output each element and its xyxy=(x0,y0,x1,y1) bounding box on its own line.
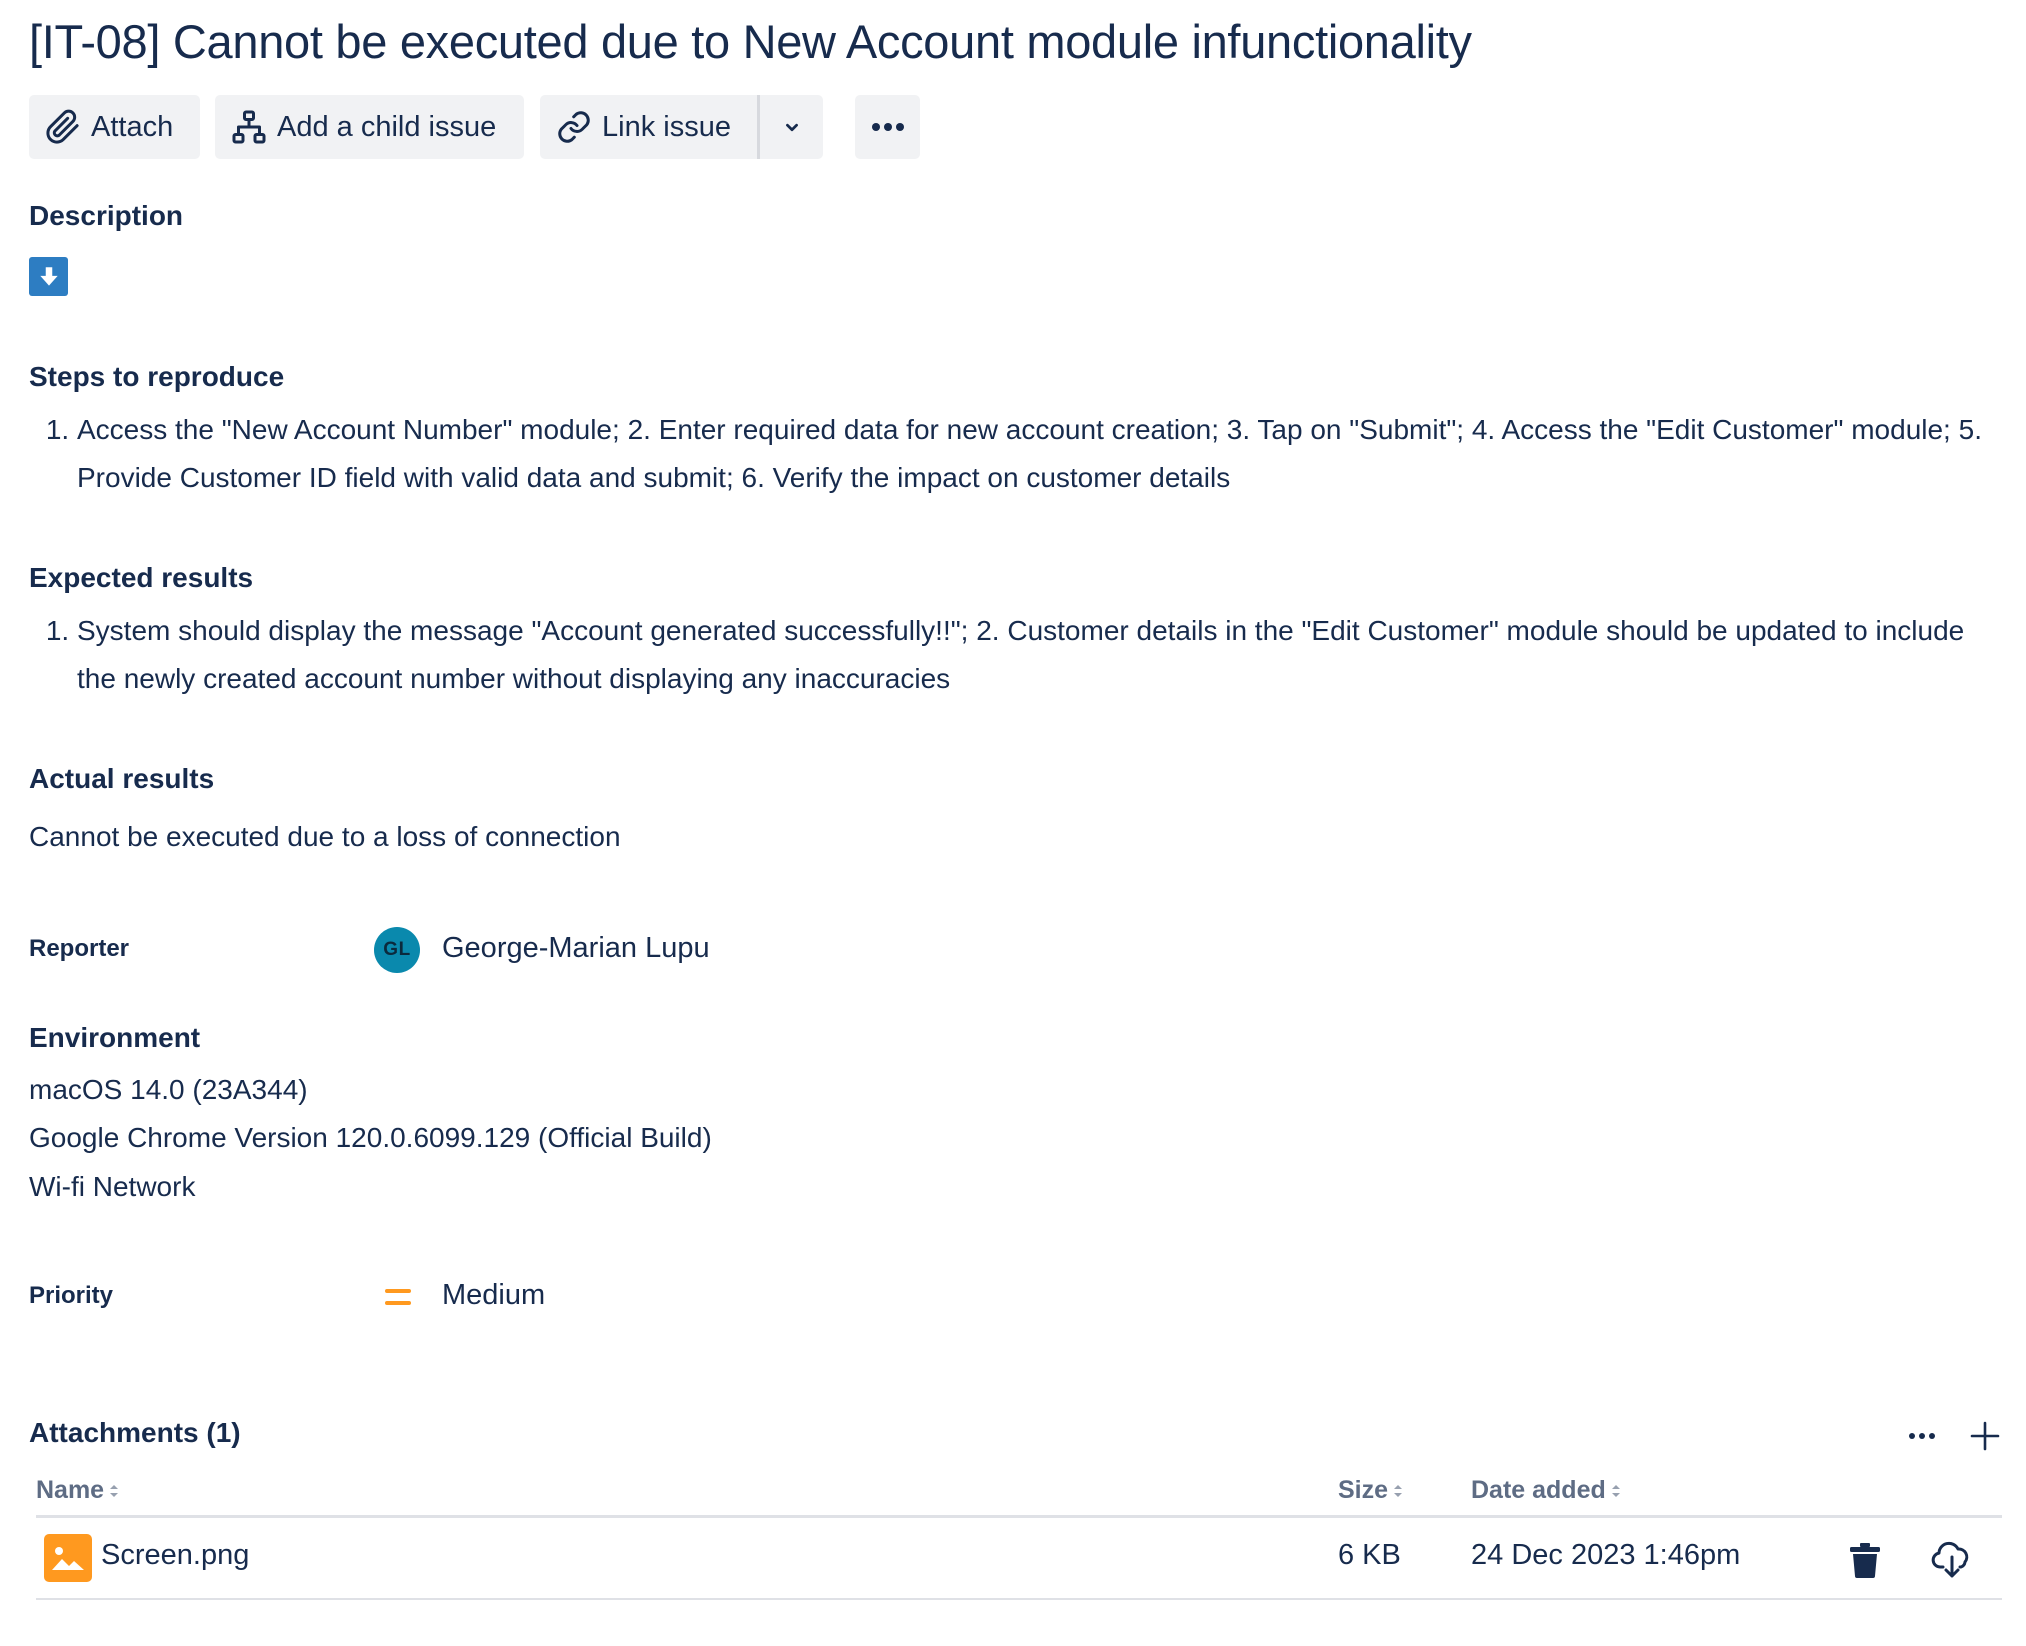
image-file-icon xyxy=(44,1534,92,1582)
chevron-down-icon xyxy=(785,123,798,132)
child-issue-icon xyxy=(229,107,269,147)
attachment-size: 6 KB xyxy=(1338,1539,1401,1571)
column-header-name[interactable]: Name xyxy=(36,1476,120,1505)
table-header-divider xyxy=(36,1515,2002,1518)
issue-title[interactable]: [IT-08] Cannot be executed due to New Ac… xyxy=(29,14,1472,69)
add-child-issue-button[interactable]: Add a child issue xyxy=(215,95,524,159)
issue-toolbar: Attach Add a child issue Link issue xyxy=(29,95,920,159)
attachment-date: 24 Dec 2023 1:46pm xyxy=(1471,1539,1741,1571)
environment-line: macOS 14.0 (23A344) xyxy=(29,1074,308,1105)
attach-button[interactable]: Attach xyxy=(29,95,200,159)
column-header-label: Date added xyxy=(1471,1476,1606,1504)
reporter-name[interactable]: George-Marian Lupu xyxy=(442,932,710,965)
reporter-label: Reporter xyxy=(29,935,130,962)
cloud-download-icon xyxy=(1931,1541,1969,1578)
environment-line: Wi-fi Network xyxy=(29,1171,196,1202)
steps-list: Access the "New Account Number" module; … xyxy=(29,406,1989,502)
add-child-issue-label: Add a child issue xyxy=(277,110,497,143)
column-header-date-added[interactable]: Date added xyxy=(1471,1476,1622,1505)
issue-view: [IT-08] Cannot be executed due to New Ac… xyxy=(0,0,2026,1646)
actual-text: Cannot be executed due to a loss of conn… xyxy=(29,821,621,852)
actual-heading: Actual results xyxy=(29,763,215,794)
sort-icon xyxy=(110,1484,119,1497)
table-row-divider xyxy=(36,1598,2002,1600)
list-item: Access the "New Account Number" module; … xyxy=(77,406,1989,502)
sort-icon xyxy=(1611,1484,1620,1497)
attachment-filename[interactable]: Screen.png xyxy=(101,1539,249,1572)
priority-label: Priority xyxy=(29,1282,114,1309)
link-issue-split-button: Link issue xyxy=(540,95,823,159)
sort-icon xyxy=(1394,1484,1403,1497)
link-issue-label: Link issue xyxy=(602,110,731,143)
link-icon xyxy=(554,107,594,147)
attachments-more-button[interactable] xyxy=(1907,1414,1937,1459)
expected-list: System should display the message "Accou… xyxy=(29,607,1989,703)
description-heading: Description xyxy=(29,200,184,231)
download-attachment-button[interactable] xyxy=(1928,1536,1976,1584)
attach-label: Attach xyxy=(91,110,174,143)
attachments-heading: Attachments (1) xyxy=(29,1417,241,1448)
priority-value[interactable]: Medium xyxy=(442,1279,545,1312)
environment-line: Google Chrome Version 120.0.6099.129 (Of… xyxy=(29,1122,712,1153)
link-issue-button[interactable]: Link issue xyxy=(540,95,757,159)
environment-heading: Environment xyxy=(29,1022,201,1053)
link-issue-dropdown-button[interactable] xyxy=(760,95,823,159)
trash-icon xyxy=(1850,1543,1880,1578)
more-actions-button[interactable] xyxy=(855,95,920,159)
column-header-size[interactable]: Size xyxy=(1338,1476,1404,1505)
column-header-label: Size xyxy=(1338,1476,1389,1504)
paperclip-icon xyxy=(43,107,83,147)
download-arrow-icon xyxy=(29,257,68,296)
more-icon xyxy=(1909,1433,1935,1439)
more-icon xyxy=(871,123,904,131)
expected-heading: Expected results xyxy=(29,562,254,593)
steps-heading: Steps to reproduce xyxy=(29,361,285,392)
list-item: System should display the message "Accou… xyxy=(77,607,1989,703)
avatar[interactable]: GL xyxy=(374,927,420,973)
column-header-label: Name xyxy=(36,1476,105,1504)
add-attachment-button[interactable] xyxy=(1968,1414,2002,1459)
priority-medium-icon xyxy=(385,1289,411,1305)
delete-attachment-button[interactable] xyxy=(1841,1536,1889,1584)
plus-icon xyxy=(1970,1421,2000,1451)
